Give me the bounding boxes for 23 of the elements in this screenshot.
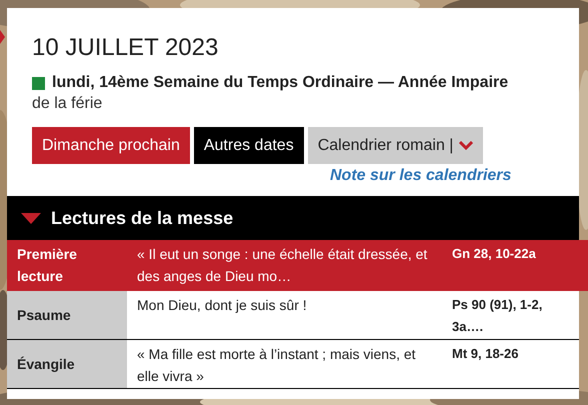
date-title: 10 JUILLET 2023 [32,34,220,62]
note-link[interactable]: Note sur les calendriers [330,166,512,186]
reading-row[interactable]: Évangile « Ma fille est morte à l’instant ; mais viens, et elle vivra » Mt 9, 18-26 [7,340,579,389]
reading-label: Évangile [7,340,127,388]
reading-reference: Ps 90 (91), 1-2, 3a…. [451,296,544,336]
reading-reference: Mt 9, 18-26 [451,345,520,363]
date-button[interactable]: Dimanche prochain [32,127,190,164]
reading-reference: Gn 28, 10-22a [451,245,537,263]
reading-row[interactable]: Psaume Mon Dieu, dont je suis sûr ! Ps 90 (91), 1-2, 3a…. [7,291,579,340]
date-button[interactable]: Autres dates [194,127,304,164]
calendar-dropdown[interactable]: Calendrier romain | [308,127,484,164]
chevron-down-icon [459,141,474,150]
section-header[interactable]: Lectures de la messe [7,196,579,240]
day-subtitle: de la férie [32,94,104,114]
reading-text: Mon Dieu, dont je suis sûr ! [136,296,308,315]
section-title: Lectures de la messe [51,206,234,230]
reading-label: Première lecture [16,245,78,286]
day-label: lundi, 14ème Semaine du Temps Ordinaire — Année Impaire [52,73,508,93]
reading-text: « Il eut un songe : une échelle était dressée, et des anges de Dieu mo… [136,245,428,286]
reading-row[interactable]: Première lecture « Il eut un songe : une échelle était dressée, et des anges de Dieu mo… Gn 28, 10-22a [7,240,588,291]
pointer-icon [0,30,5,44]
reading-text: « Ma fille est morte à l’instant ; mais viens, et elle vivra » [136,345,417,386]
reading-label: Psaume [7,291,127,339]
